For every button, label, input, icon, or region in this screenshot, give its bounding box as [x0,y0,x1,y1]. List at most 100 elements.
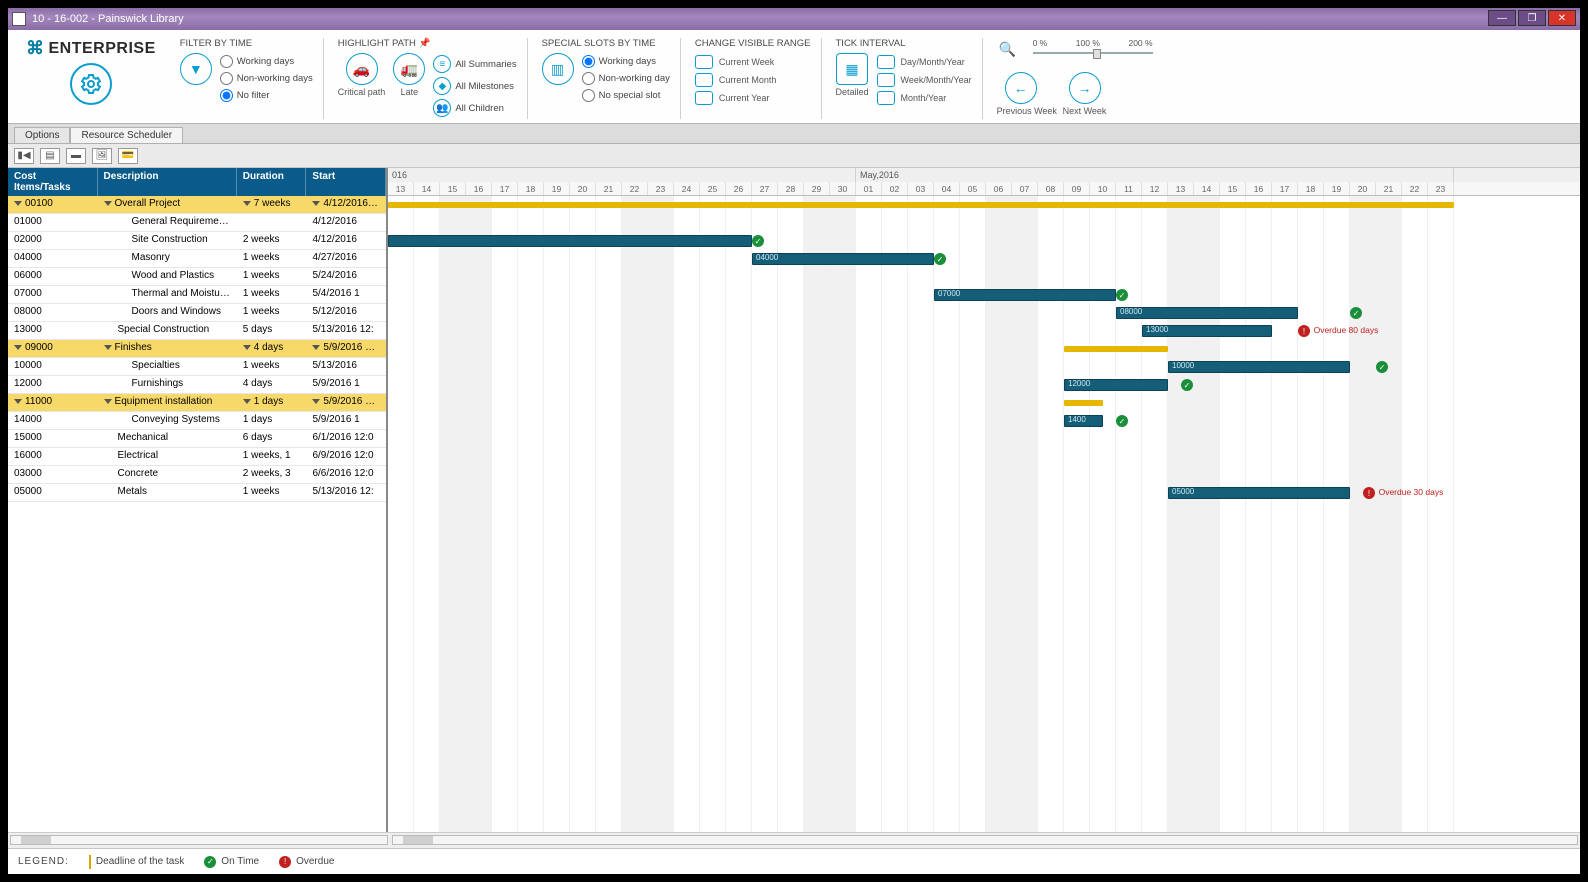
special-radio-1[interactable]: Non-working day [582,72,670,85]
all-children-toggle[interactable]: 👥All Children [433,99,516,117]
task-row[interactable]: 01000General Requirements4/12/2016 [8,214,386,232]
late-icon[interactable]: 🚛 [393,53,425,85]
tab-resource-scheduler[interactable]: Resource Scheduler [70,127,183,143]
task-row[interactable]: 15000Mechanical6 days6/1/2016 12:0 [8,430,386,448]
special-slots-icon[interactable]: ▥ [542,53,574,85]
all-summaries-toggle[interactable]: ≡All Summaries [433,55,516,73]
filter-group-title: FILTER BY TIME [180,38,313,49]
task-bar[interactable]: 10000 [1168,361,1350,373]
image-button[interactable]: 🖼 [92,148,112,164]
task-row[interactable]: 02000Site Construction2 weeks4/12/2016 [8,232,386,250]
next-week-button[interactable]: → [1069,72,1101,104]
day-cell: 21 [1376,182,1402,195]
go-start-button[interactable]: ▮◀ [14,148,34,164]
right-scrollbar[interactable] [392,835,1578,845]
task-bar[interactable]: 1400 [1064,415,1103,427]
collapse-button[interactable]: ▬ [66,148,86,164]
task-bar[interactable]: 12000 [1064,379,1168,391]
detailed-button[interactable]: ▦ [836,53,868,85]
day-cell: 09 [1064,182,1090,195]
task-row[interactable]: 06000Wood and Plastics1 weeks5/24/2016 [8,268,386,286]
my-button[interactable]: Month/Year [877,91,972,105]
gantt-chart[interactable]: 016May,2016 1314151617181920212223242526… [388,168,1580,832]
zoom-slider[interactable] [1033,50,1153,56]
day-cell: 19 [544,182,570,195]
task-bar[interactable]: 13000 [1142,325,1272,337]
legend: LEGEND: Deadline of the task ✓On Time !O… [8,848,1580,874]
filter-radio-2[interactable]: No filter [220,89,313,102]
filter-icon[interactable]: ▼ [180,53,212,85]
card-button[interactable]: 💳 [118,148,138,164]
ribbon: ⌘ ENTERPRISE FILTER BY TIME ▼ Working da… [8,30,1580,124]
current-year-button[interactable]: Current Year [695,91,777,105]
tab-options[interactable]: Options [14,127,70,143]
search-icon[interactable]: 🔍 [997,38,1019,60]
ontime-marker: ✓ [1350,307,1362,319]
summary-bar[interactable] [1064,400,1103,406]
task-row[interactable]: 05000Metals1 weeks5/13/2016 12: [8,484,386,502]
col-start[interactable]: Start [306,168,386,196]
zoom-0-label: 0 % [1033,38,1048,48]
highlight-group: HIGHLIGHT PATH 📌 🚗Critical path 🚛Late ≡A… [332,38,528,119]
task-bar[interactable]: 07000 [934,289,1116,301]
filter-radio-0[interactable]: Working days [220,55,313,68]
all-milestones-toggle[interactable]: ◆All Milestones [433,77,516,95]
deadline-icon [89,855,91,869]
filter-radio-1[interactable]: Non-working days [220,72,313,85]
col-duration[interactable]: Duration [237,168,307,196]
window-close-button[interactable]: ✕ [1548,10,1576,26]
task-row[interactable]: 11000Equipment installation1 days5/9/201… [8,394,386,412]
task-bar[interactable]: 04000 [752,253,934,265]
overdue-icon: ! [279,856,291,868]
special-radio-2[interactable]: No special slot [582,89,670,102]
dmy-button[interactable]: Day/Month/Year [877,55,972,69]
day-cell: 11 [1116,182,1142,195]
special-radio-0[interactable]: Working days [582,55,670,68]
summary-bar[interactable] [1064,346,1168,352]
filter-group: FILTER BY TIME ▼ Working days Non-workin… [174,38,324,119]
brand-icon: ⌘ [26,38,45,59]
previous-week-button[interactable]: ← [1005,72,1037,104]
day-cell: 22 [622,182,648,195]
critical-path-icon[interactable]: 🚗 [346,53,378,85]
previous-week-label: Previous Week [997,106,1045,116]
hierarchy-button[interactable]: ▤ [40,148,60,164]
window-titlebar: 10 - 16-002 - Painswick Library — ❐ ✕ [8,8,1580,30]
window-maximize-button[interactable]: ❐ [1518,10,1546,26]
task-row[interactable]: 16000Electrical1 weeks, 16/9/2016 12:0 [8,448,386,466]
task-row[interactable]: 03000Concrete2 weeks, 36/6/2016 12:0 [8,466,386,484]
window-title: 10 - 16-002 - Painswick Library [32,13,184,25]
task-bar[interactable] [388,235,752,247]
bar-label: 05000 [1172,487,1194,496]
task-bar[interactable]: 05000 [1168,487,1350,499]
task-row[interactable]: 09000Finishes4 days5/9/2016 12:0 [8,340,386,358]
current-month-button[interactable]: Current Month [695,73,777,87]
gantt-row: 1400✓ [388,412,1580,430]
day-cell: 04 [934,182,960,195]
task-row[interactable]: 14000Conveying Systems1 days5/9/2016 1 [8,412,386,430]
task-row[interactable]: 08000Doors and Windows1 weeks5/12/2016 [8,304,386,322]
bar-label: 12000 [1068,379,1090,388]
task-row[interactable]: 04000Masonry1 weeks4/27/2016 [8,250,386,268]
gantt-row: ✓ [388,232,1580,250]
col-description[interactable]: Description [98,168,237,196]
left-scrollbar[interactable] [10,835,388,845]
day-cell: 15 [1220,182,1246,195]
task-row[interactable]: 13000Special Construction5 days5/13/2016… [8,322,386,340]
day-cell: 13 [388,182,414,195]
task-row[interactable]: 10000Specialties1 weeks5/13/2016 [8,358,386,376]
settings-button[interactable] [70,63,112,105]
wmy-button[interactable]: Week/Month/Year [877,73,972,87]
window-minimize-button[interactable]: — [1488,10,1516,26]
col-cost-items[interactable]: Cost Items/Tasks [8,168,98,196]
task-row[interactable]: 00100Overall Project7 weeks4/12/2016 12: [8,196,386,214]
task-bar[interactable]: 08000 [1116,307,1298,319]
task-row[interactable]: 12000Furnishings4 days5/9/2016 1 [8,376,386,394]
current-week-button[interactable]: Current Week [695,55,777,69]
overdue-text: Overdue 80 days [1314,325,1379,335]
task-row[interactable]: 07000Thermal and Moisture Pr1 weeks5/4/2… [8,286,386,304]
view-tabs: Options Resource Scheduler [8,124,1580,144]
tick-group-title: TICK INTERVAL [836,38,972,49]
summary-bar[interactable] [388,202,1454,208]
ontime-marker: ✓ [1376,361,1388,373]
